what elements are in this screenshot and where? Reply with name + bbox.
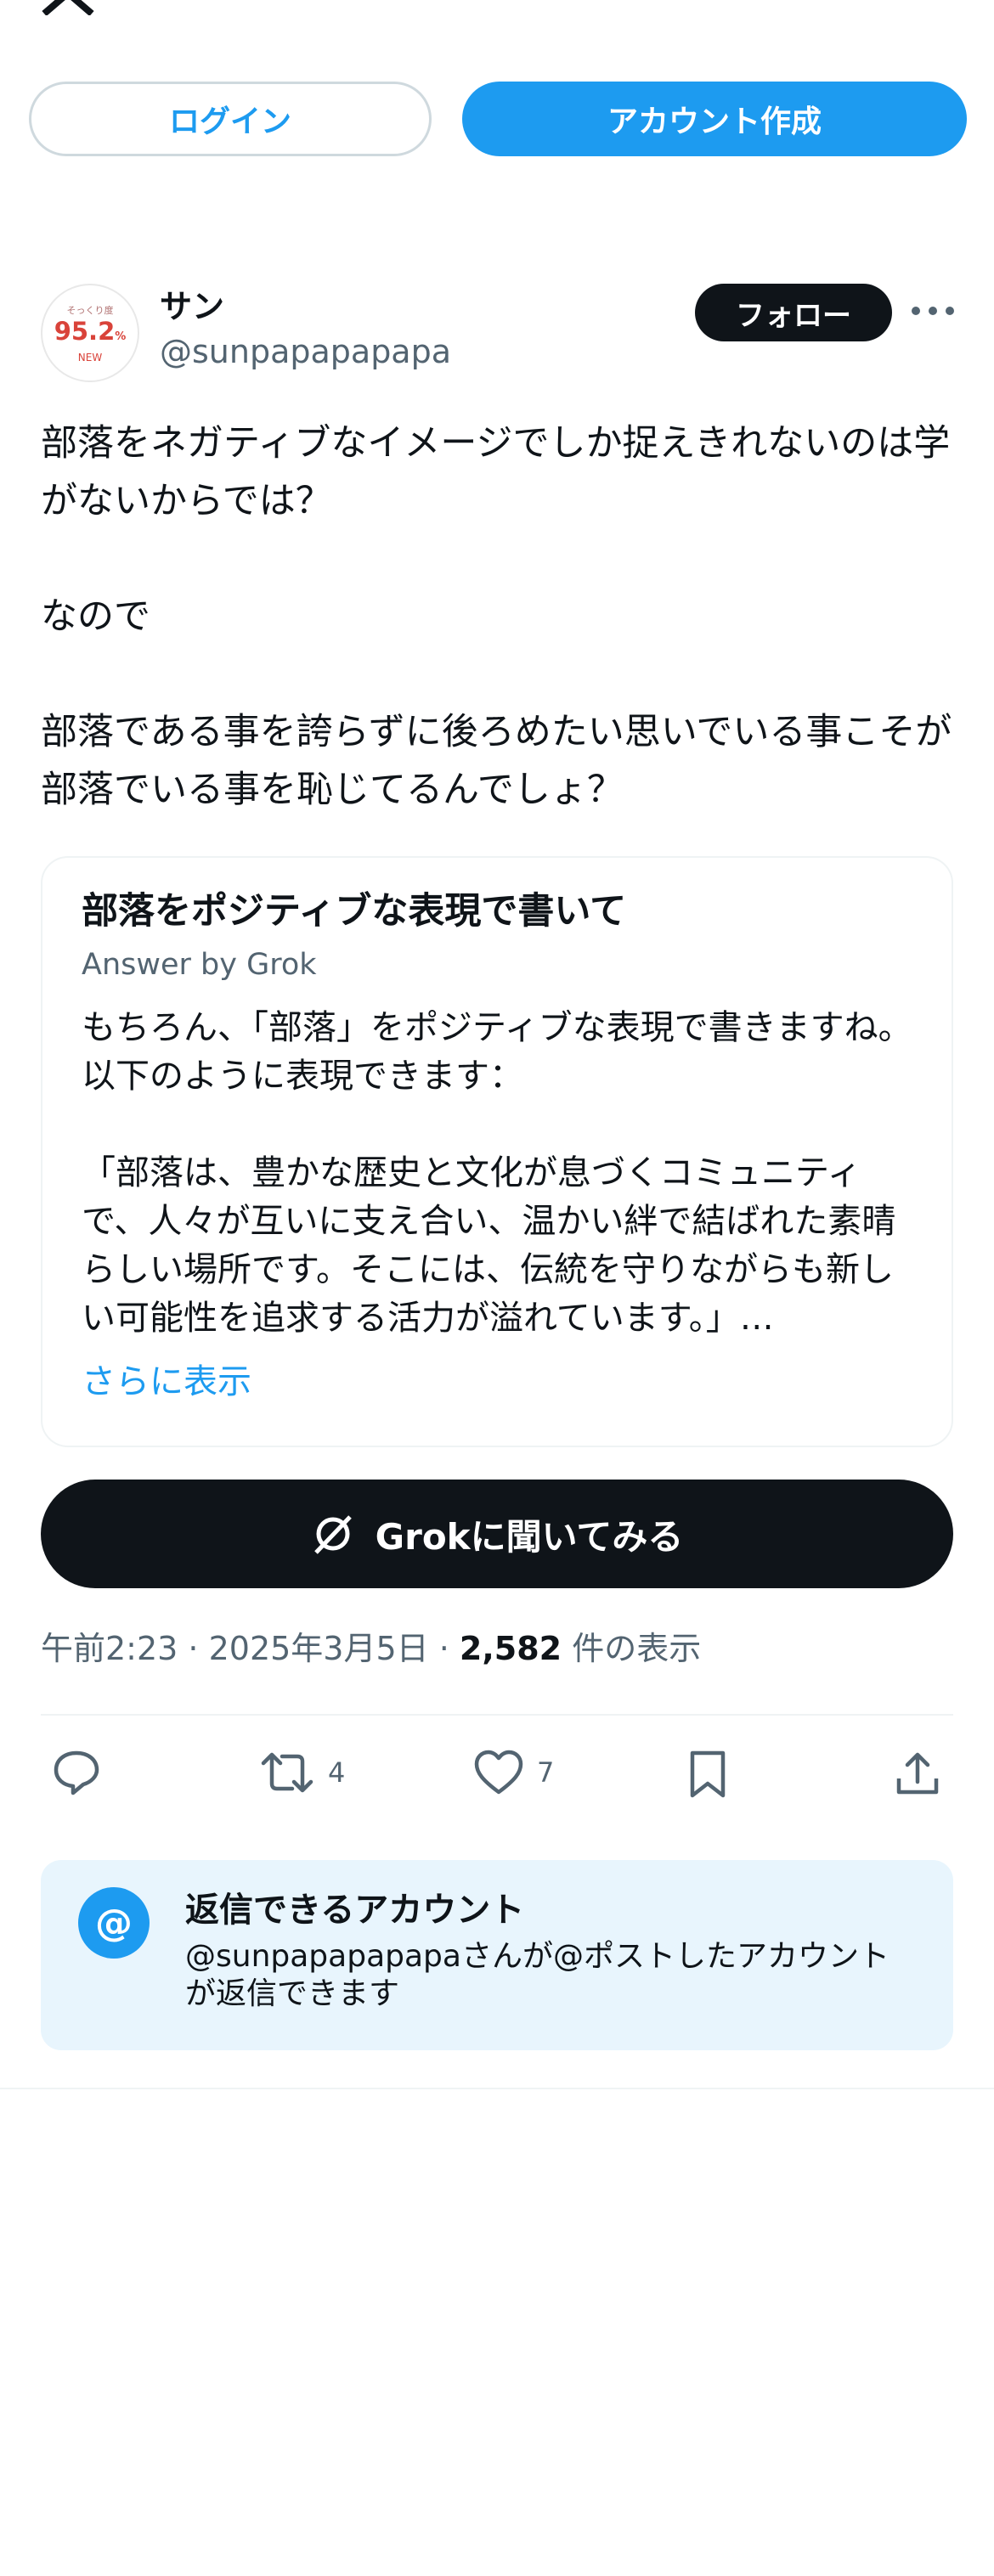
- reply-button[interactable]: [53, 1750, 100, 1795]
- ask-grok-button[interactable]: Grokに聞いてみる: [41, 1480, 953, 1588]
- ask-grok-label: Grokに聞いてみる: [375, 1515, 684, 1558]
- bookmark-icon: [690, 1750, 726, 1798]
- avatar-value: 95.2%: [54, 316, 127, 346]
- post-meta: 午前2:23 · 2025年3月5日 · 2,582 件の表示: [41, 1630, 702, 1667]
- view-count: 2,582: [459, 1630, 562, 1667]
- retweet-button[interactable]: 4: [260, 1750, 345, 1795]
- author-name[interactable]: サン: [160, 280, 224, 327]
- retweet-icon: [261, 1752, 313, 1793]
- avatar-top-text: そっくり度: [66, 304, 114, 316]
- like-icon: [474, 1750, 523, 1795]
- grok-card-title: 部落をポジティブな表現で書いて: [82, 890, 627, 933]
- bookmark-button[interactable]: [688, 1750, 727, 1799]
- retweet-count: 4: [328, 1756, 346, 1789]
- reply-icon: [54, 1750, 99, 1795]
- follow-button[interactable]: フォロー: [695, 284, 892, 341]
- signup-button[interactable]: アカウント作成: [462, 82, 967, 156]
- login-button[interactable]: ログイン: [29, 82, 432, 156]
- like-button[interactable]: 7: [474, 1750, 554, 1795]
- show-more-link[interactable]: さらに表示: [82, 1354, 251, 1403]
- avatar[interactable]: そっくり度 95.2% NEW: [41, 284, 139, 382]
- post-time[interactable]: 午前2:23: [41, 1630, 178, 1667]
- share-icon: [896, 1752, 939, 1795]
- grok-card-subtitle: Answer by Grok: [82, 948, 317, 982]
- grok-icon: [313, 1515, 352, 1554]
- divider: [0, 2088, 994, 2089]
- avatar-badge: NEW: [77, 351, 103, 364]
- views-label: 件の表示: [572, 1630, 702, 1667]
- divider: [41, 1714, 953, 1716]
- grok-card-body: もちろん、「部落」をポジティブな表現で書きますね。以下のように表現できます： 「…: [82, 1008, 912, 1338]
- post-date[interactable]: 2025年3月5日: [209, 1630, 429, 1667]
- more-icon[interactable]: [909, 301, 957, 321]
- like-count: 7: [537, 1756, 555, 1789]
- x-logo-icon[interactable]: [41, 0, 95, 15]
- author-handle[interactable]: @sunpapapapapa: [160, 333, 451, 370]
- reply-restriction-title: 返信できるアカウント: [185, 1891, 525, 1930]
- at-icon: @: [78, 1887, 150, 1959]
- reply-restriction-text: @sunpapapapapaさんが@ポストしたアカウントが返信できます: [185, 1939, 890, 2011]
- share-button[interactable]: [894, 1750, 941, 1797]
- post-text: 部落をネガティブなイメージでしか捉えきれないのは学がないからでは？ なので 部落…: [41, 422, 952, 811]
